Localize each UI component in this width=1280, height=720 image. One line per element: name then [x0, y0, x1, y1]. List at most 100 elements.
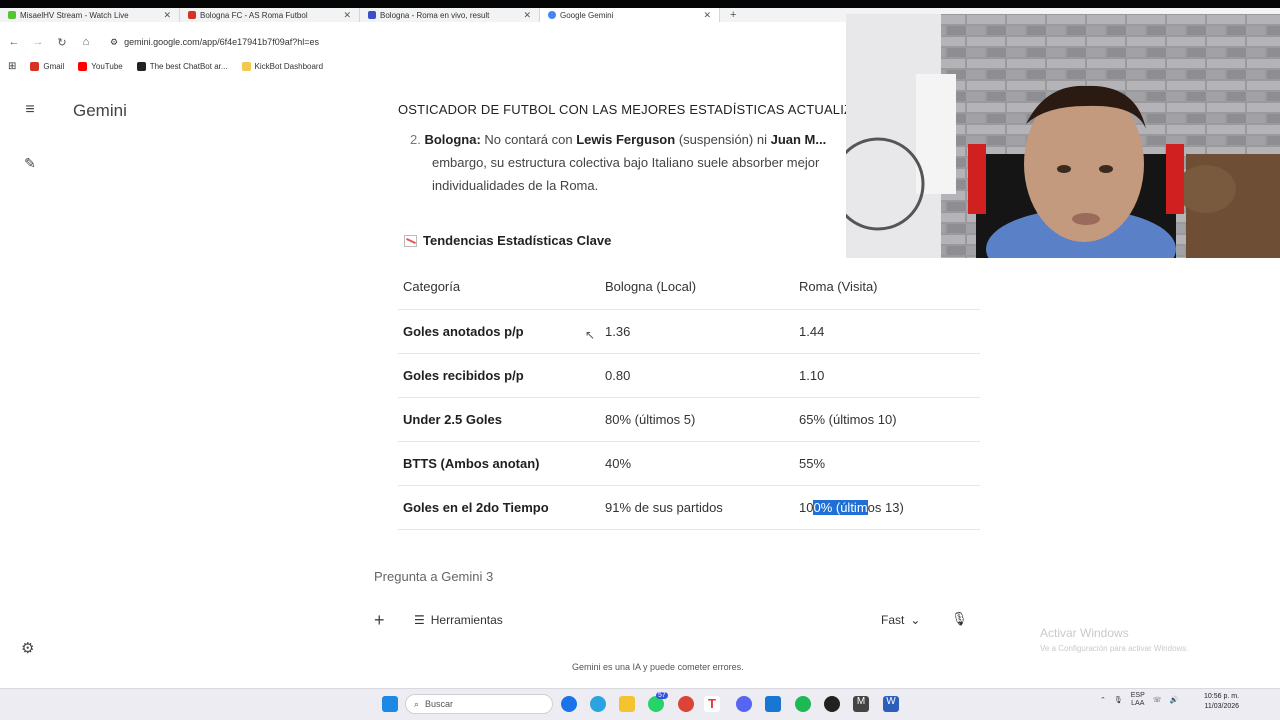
disclaimer-text: Gemini es una IA y puede cometer errores…: [572, 662, 744, 672]
microphone-icon[interactable]: 🎙: [951, 611, 968, 627]
new-tab-button[interactable]: +: [720, 9, 746, 21]
table-cell: 1.10: [794, 353, 980, 398]
table-cell: 1.36: [600, 309, 794, 354]
tools-label: Herramientas: [430, 613, 503, 627]
chevron-up-icon[interactable]: ⌃: [1100, 696, 1106, 704]
word-icon[interactable]: W: [883, 696, 899, 712]
site-info-icon[interactable]: ⚙: [110, 37, 118, 48]
spotify-icon[interactable]: [795, 696, 811, 712]
mouse-cursor-icon: ↖: [585, 328, 596, 342]
settings-icon[interactable]: ⚙: [21, 639, 34, 657]
close-icon[interactable]: ✕: [163, 10, 171, 21]
system-tray: ⌃ 🎙 ESP LAA ☏ 🔊: [1100, 692, 1178, 708]
tools-sliders-icon: ☰: [414, 613, 425, 627]
tab-favicon: [188, 11, 196, 19]
list-item: 2. Bologna: No contará con Lewis Ferguso…: [410, 128, 880, 197]
column-header: Categoría: [398, 265, 600, 310]
language-indicator[interactable]: ESP LAA: [1131, 692, 1145, 708]
obs-icon[interactable]: [824, 696, 840, 712]
clock-date: 11/03/2026: [1204, 703, 1240, 710]
bookmark-label: The best ChatBot ar...: [149, 61, 228, 71]
close-icon[interactable]: ✕: [343, 10, 351, 21]
response-heading: OSTICADOR DE FUTBOL CON LAS MEJORES ESTA…: [398, 102, 862, 117]
tab-google-gemini[interactable]: Google Gemini ✕: [540, 8, 720, 22]
taskbar-clock[interactable]: 10:56 p. m. 11/03/2026: [1204, 692, 1239, 712]
network-icon[interactable]: ☏: [1153, 696, 1162, 704]
gmail-icon: [30, 61, 40, 71]
table-cell: Goles anotados p/p: [398, 309, 600, 354]
item-line: individualidades de la Roma.: [432, 178, 599, 193]
table-header-row: Categoría Bologna (Local) Roma (Visita): [398, 265, 980, 310]
window-top-strip: [0, 0, 1280, 8]
url-text: gemini.google.com/app/6f4e17941b7f09af?h…: [124, 37, 319, 47]
table-cell: 55%: [794, 441, 980, 486]
model-mode-selector[interactable]: Fast ⌄: [881, 613, 920, 627]
cell-text: os 13): [867, 499, 904, 515]
prompt-input[interactable]: Pregunta a Gemini 3: [374, 569, 493, 584]
table-cell: 91% de sus partidos: [600, 485, 794, 530]
table-cell: 65% (últimos 10): [794, 397, 980, 442]
left-rail: ≡ ✎: [0, 90, 60, 690]
table-cell-selected[interactable]: 100% (últimos 13): [794, 485, 980, 530]
youtube-icon: [78, 61, 88, 71]
webcam-image: [846, 14, 1280, 258]
tools-button[interactable]: ☰ Herramientas: [414, 613, 503, 627]
kickbot-icon: [241, 61, 251, 71]
search-icon: ⌕: [414, 698, 420, 709]
bookmark-gmail[interactable]: Gmail: [30, 61, 65, 71]
table-row: Goles recibidos p/p 0.80 1.10: [398, 353, 980, 398]
player-name: Juan M...: [770, 132, 827, 147]
chevron-down-icon: ⌄: [910, 613, 921, 627]
microphone-tray-icon[interactable]: 🎙: [1114, 696, 1123, 704]
file-explorer-icon[interactable]: [619, 696, 635, 712]
player-name: Lewis Ferguson: [576, 132, 676, 147]
windows-start-icon[interactable]: [382, 696, 398, 712]
activation-watermark: Activar Windows Ve a Configuración para …: [1040, 626, 1189, 653]
address-bar[interactable]: ⚙ gemini.google.com/app/6f4e17941b7f09af…: [102, 31, 327, 53]
webcam-overlay: [846, 14, 1280, 258]
bookmark-label: KickBot Dashboard: [254, 61, 324, 71]
new-chat-icon[interactable]: ✎: [20, 153, 40, 173]
language-code: ESP: [1130, 692, 1145, 699]
chrome-icon[interactable]: [678, 696, 694, 712]
table-cell: 0.80: [600, 353, 794, 398]
gemini-logo-text: Gemini: [73, 101, 127, 120]
tab-favicon: [8, 11, 16, 19]
volume-icon[interactable]: 🔊: [1170, 696, 1179, 704]
bookmark-chatbot[interactable]: The best ChatBot ar...: [136, 61, 228, 71]
tab-favicon: [548, 11, 556, 19]
telegram-icon[interactable]: [590, 696, 606, 712]
bookmark-label: YouTube: [91, 61, 123, 71]
tab-bologna-roma[interactable]: Bologna - Roma en vivo, result ✕: [360, 8, 540, 22]
tab-bologna-as[interactable]: Bologna FC - AS Roma Futbol ✕: [180, 8, 360, 22]
text-editor-icon[interactable]: T: [704, 696, 720, 712]
tab-misaelhv[interactable]: MisaelHV Stream - Watch Live ✕: [0, 8, 180, 22]
apps-grid-icon[interactable]: ⊞: [8, 61, 16, 72]
discord-icon[interactable]: [736, 696, 752, 712]
watermark-title: Activar Windows: [1040, 626, 1129, 640]
add-attachment-button[interactable]: +: [374, 610, 385, 630]
bookmark-youtube[interactable]: YouTube: [78, 61, 123, 71]
calculator-icon[interactable]: [765, 696, 781, 712]
edge-icon[interactable]: [561, 696, 577, 712]
close-icon[interactable]: ✕: [703, 10, 711, 21]
item-line: embargo, su estructura colectiva bajo It…: [432, 155, 820, 170]
notification-badge: 57: [656, 692, 668, 699]
table-row: Goles en el 2do Tiempo 91% de sus partid…: [398, 485, 980, 530]
selected-text: 0% (últim: [813, 499, 868, 515]
prompt-composer[interactable]: Pregunta a Gemini 3 + ☰ Herramientas Fas…: [354, 560, 986, 630]
section-title-text: Tendencias Estadísticas Clave: [423, 233, 612, 248]
list-number: 2.: [410, 132, 421, 147]
bookmark-kickbot[interactable]: KickBot Dashboard: [241, 61, 324, 71]
home-icon[interactable]: ⌂: [78, 34, 94, 50]
close-icon[interactable]: ✕: [523, 10, 531, 21]
forward-icon[interactable]: →: [30, 34, 46, 50]
menu-icon[interactable]: ≡: [20, 100, 40, 120]
mode-label: Fast: [881, 613, 905, 627]
media-app-icon[interactable]: M: [853, 696, 869, 712]
reload-icon[interactable]: ↻: [54, 34, 70, 50]
back-icon[interactable]: ←: [6, 34, 22, 50]
taskbar-search[interactable]: ⌕ Buscar: [405, 694, 553, 714]
tab-title: Bologna FC - AS Roma Futbol: [200, 10, 308, 20]
bookmark-label: Gmail: [43, 61, 65, 71]
